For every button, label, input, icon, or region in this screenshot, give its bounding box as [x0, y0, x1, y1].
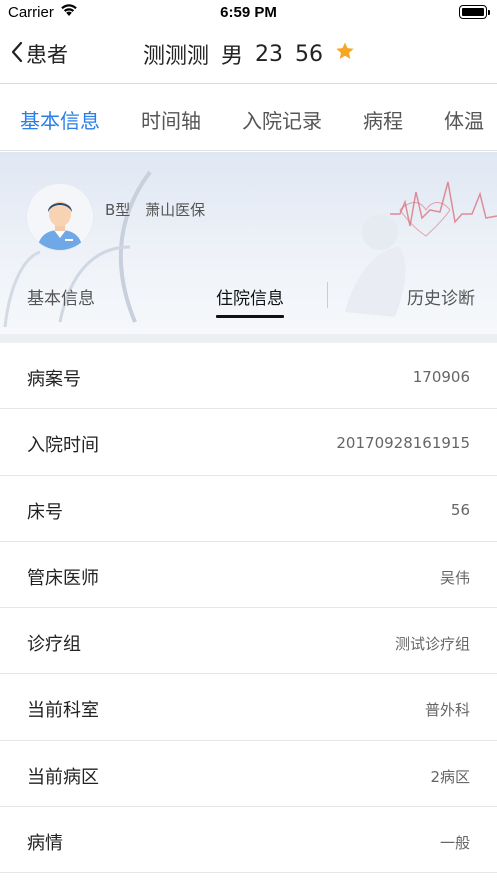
subtab-basic-info[interactable]: 基本信息 — [27, 284, 95, 309]
status-time: 6:59 PM — [220, 4, 277, 21]
tab-progress-notes[interactable]: 病程 — [363, 105, 403, 134]
patient-name: 测测测 — [143, 44, 210, 69]
row-label: 入院时间 — [27, 435, 99, 457]
row-value: 吴伟 — [439, 568, 470, 587]
row-label: 当前科室 — [27, 700, 99, 722]
star-icon[interactable] — [335, 41, 355, 67]
list-item: 当前科室 普外科 — [0, 674, 497, 741]
back-label: 患者 — [26, 43, 68, 67]
section-divider — [0, 334, 497, 343]
row-value: 一般 — [439, 834, 470, 853]
patient-title: 测测测 男 23 56 — [143, 38, 367, 70]
list-item: 病情 一般 — [0, 807, 497, 874]
row-label: 病案号 — [27, 369, 81, 390]
inpatient-info-list: 病案号 170906 入院时间 20170928161915 床号 56 管床医… — [0, 343, 497, 874]
chevron-left-icon — [10, 40, 26, 69]
tab-timeline[interactable]: 时间轴 — [141, 105, 201, 134]
tab-admission-record[interactable]: 入院记录 — [242, 105, 322, 134]
list-item: 床号 56 — [0, 475, 497, 542]
list-item: 病案号 170906 — [0, 343, 497, 410]
top-tabs: 基本信息 时间轴 入院记录 病程 体温 — [0, 85, 497, 151]
list-item: 当前病区 2病区 — [0, 740, 497, 808]
list-item: 诊疗组 测试诊疗组 — [0, 608, 497, 675]
list-item: 管床医师 吴伟 — [0, 541, 497, 609]
row-value: 普外科 — [424, 701, 470, 720]
doctor-avatar-icon — [27, 184, 93, 250]
row-value: 56 — [450, 500, 470, 519]
battery-icon — [459, 5, 490, 19]
patient-meta: B型 萧山医保 — [105, 199, 215, 220]
row-value: 20170928161915 — [336, 434, 470, 453]
subtab-inpatient-info[interactable]: 住院信息 — [216, 284, 284, 318]
insurance-type: 萧山医保 — [145, 201, 206, 219]
row-value: 170906 — [412, 368, 470, 386]
nav-bar: 患者 测测测 男 23 56 — [0, 26, 497, 84]
row-value: 测试诊疗组 — [394, 635, 470, 654]
row-label: 诊疗组 — [27, 634, 81, 656]
row-label: 床号 — [27, 501, 63, 523]
subtab-history-diagnosis[interactable]: 历史诊断 — [407, 284, 475, 309]
tab-temperature[interactable]: 体温 — [444, 105, 484, 134]
tab-basic-info[interactable]: 基本信息 — [20, 105, 100, 134]
back-button[interactable]: 患者 — [10, 38, 68, 70]
patient-age: 23 — [255, 41, 284, 67]
subtab-divider — [327, 282, 328, 308]
patient-bed: 56 — [295, 41, 324, 67]
patient-banner: B型 萧山医保 基本信息 住院信息 历史诊断 — [0, 152, 497, 334]
blood-type: B型 — [105, 201, 131, 219]
row-label: 管床医师 — [27, 567, 99, 589]
patient-gender: 男 — [221, 44, 244, 69]
row-label: 病情 — [27, 833, 63, 855]
list-item: 入院时间 20170928161915 — [0, 409, 497, 476]
row-label: 当前病区 — [27, 766, 99, 788]
status-bar: Carrier 6:59 PM — [0, 0, 497, 26]
row-value: 2病区 — [430, 767, 470, 786]
